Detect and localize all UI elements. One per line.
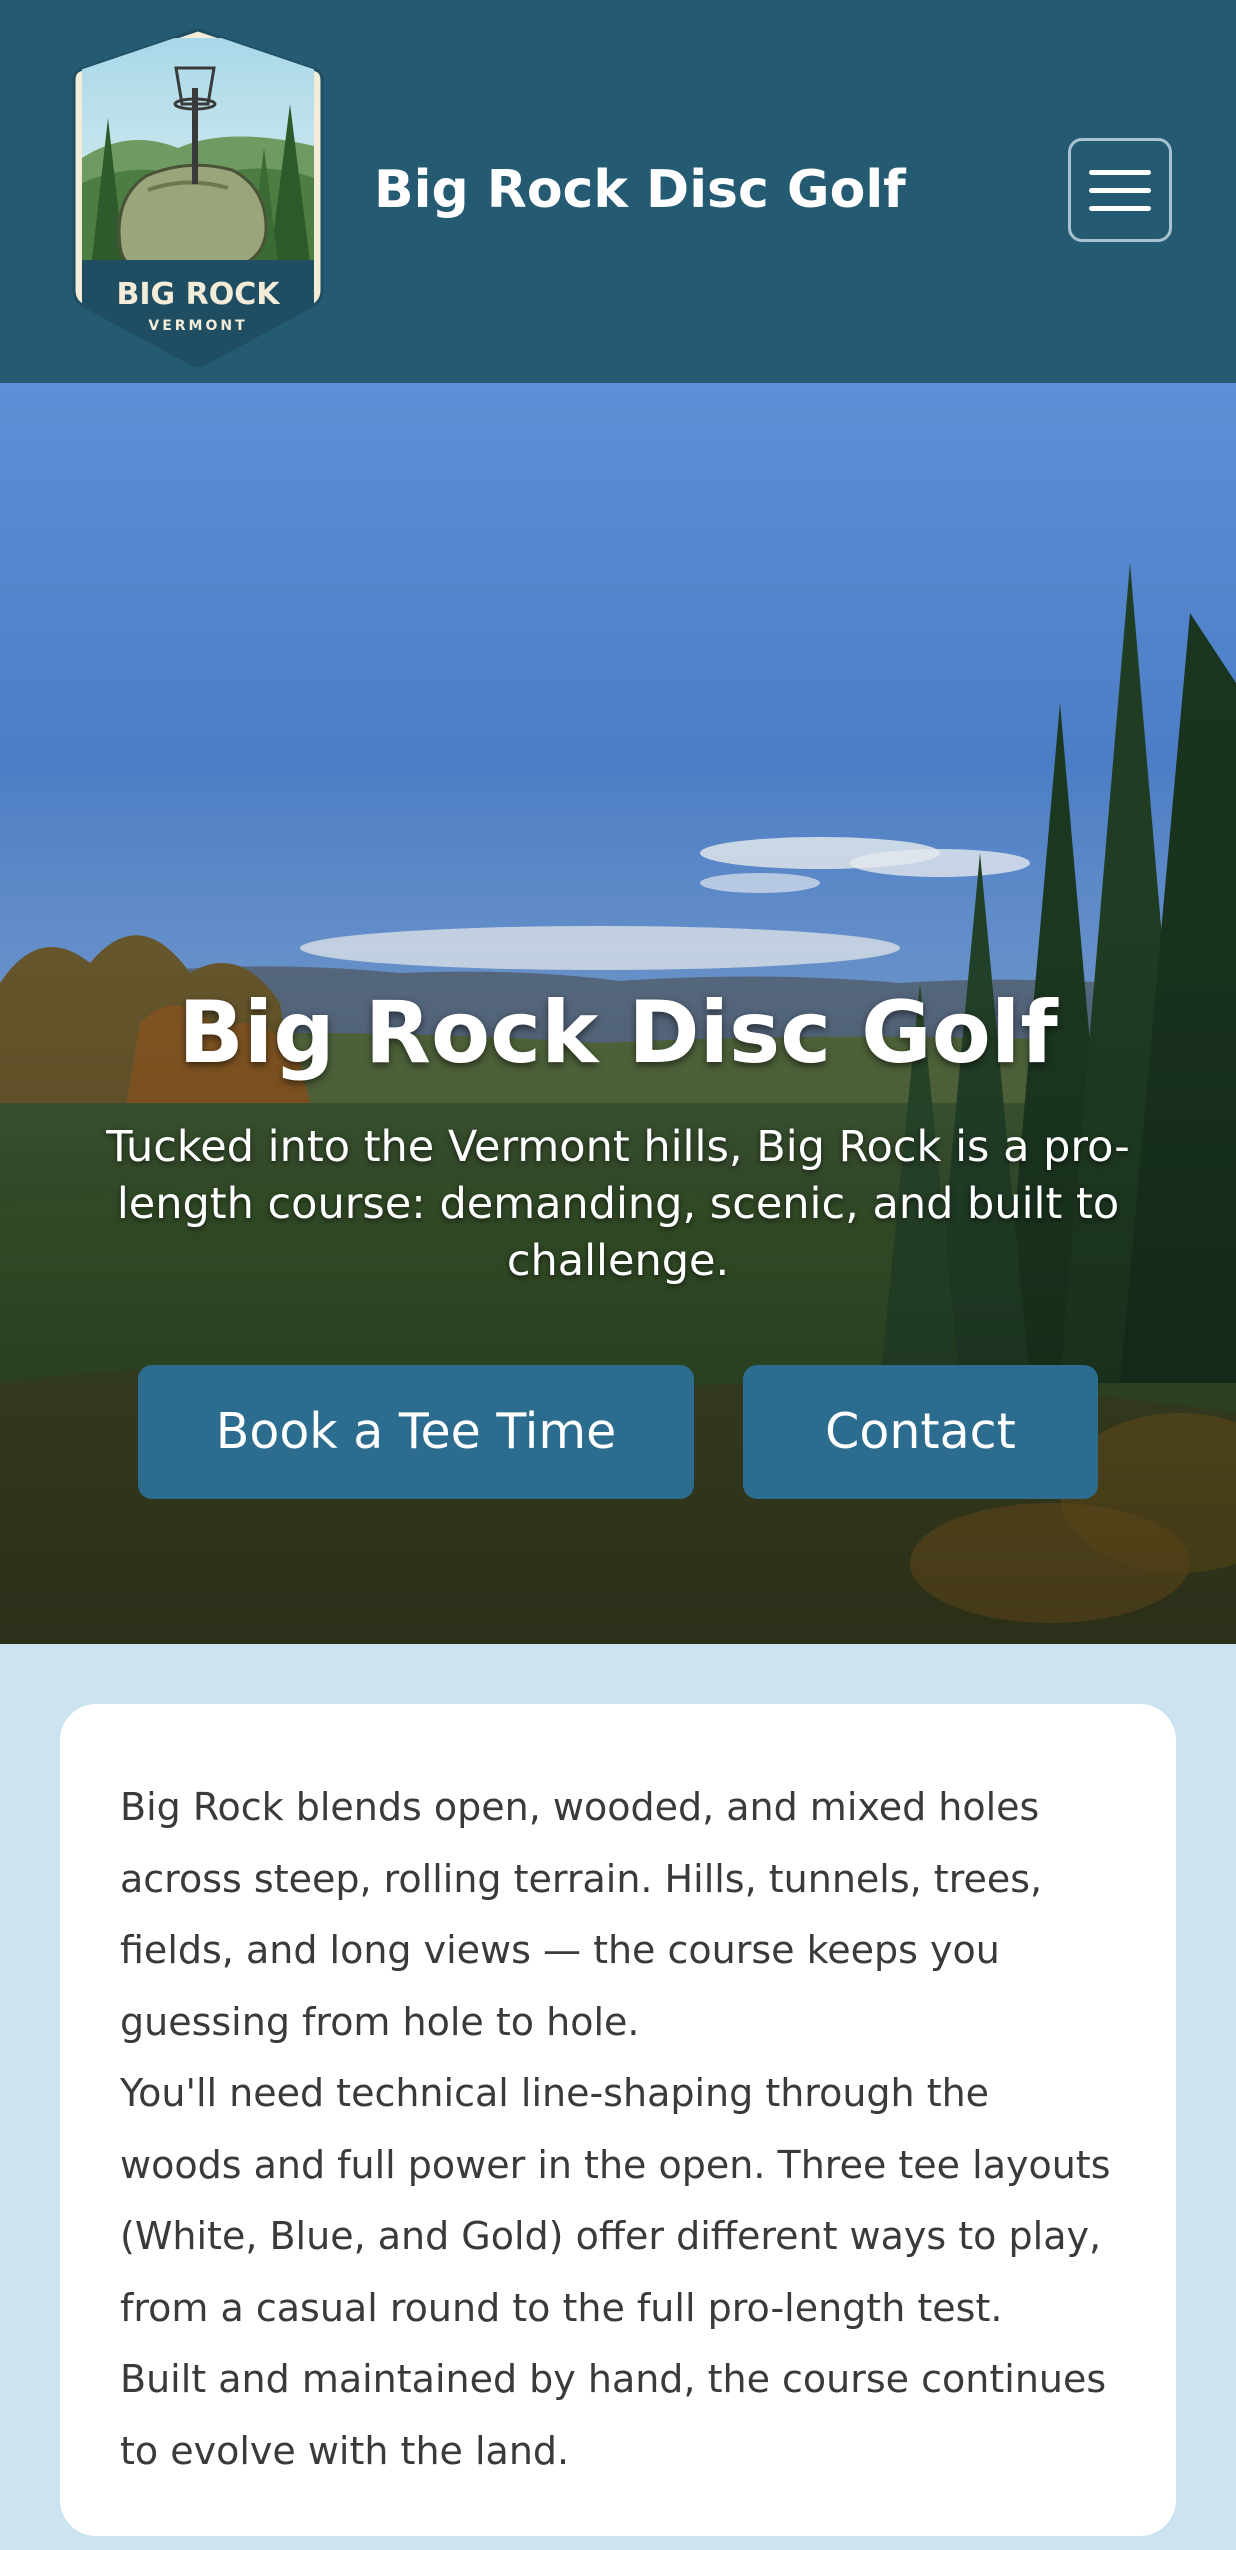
intro-paragraph: You'll need technical line-shaping throu… (120, 2071, 1111, 2330)
hamburger-icon-bar (1089, 187, 1151, 193)
book-tee-time-button[interactable]: Book a Tee Time (138, 1365, 694, 1499)
hamburger-icon (1089, 169, 1151, 175)
hero-title: Big Rock Disc Golf (178, 983, 1058, 1083)
intro-paragraph: Big Rock blends open, wooded, and mixed … (120, 1785, 1043, 2044)
menu-button[interactable] (1068, 138, 1172, 242)
hamburger-icon-bar (1089, 205, 1151, 211)
logo-text: BIG ROCK (117, 277, 282, 312)
big-rock-logo[interactable]: BIG ROCK VERMONT (68, 8, 328, 373)
logo-subtext: VERMONT (148, 318, 247, 334)
site-header: BIG ROCK VERMONT Big Rock Disc Golf (0, 0, 1236, 383)
hero-section: Big Rock Disc Golf Tucked into the Vermo… (0, 383, 1236, 1644)
intro-paragraph: Built and maintained by hand, the course… (120, 2357, 1107, 2473)
site-title[interactable]: Big Rock Disc Golf (374, 158, 906, 222)
contact-button[interactable]: Contact (743, 1365, 1098, 1499)
hero-subtitle: Tucked into the Vermont hills, Big Rock … (106, 1122, 1130, 1286)
course-intro-card: Big Rock blends open, wooded, and mixed … (60, 1704, 1176, 2536)
